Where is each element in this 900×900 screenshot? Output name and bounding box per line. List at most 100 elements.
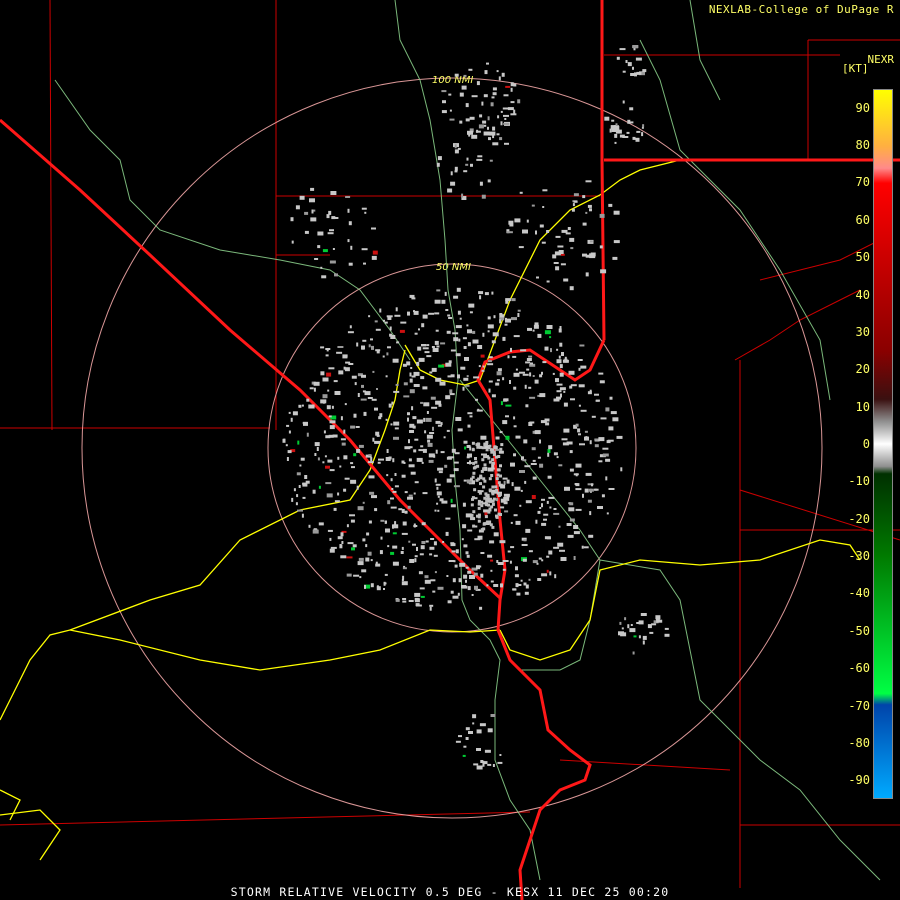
echo-pixel: [416, 457, 423, 462]
echo-pixel: [573, 556, 576, 560]
echo-pixel: [456, 287, 461, 292]
echo-pixel: [569, 237, 575, 242]
echo-pixel: [392, 532, 397, 535]
echo-pixel: [396, 341, 400, 344]
echo-pixel: [505, 298, 512, 302]
echo-pixel: [573, 525, 579, 529]
echo-pixel: [359, 576, 362, 579]
echo-pixel: [452, 578, 456, 583]
echo-pixel: [379, 308, 382, 313]
echo-pixel: [502, 477, 508, 480]
radar-map: 50 NMI 100 NMI: [0, 0, 900, 900]
echo-pixel: [613, 240, 620, 244]
echo-pixel: [488, 508, 492, 512]
echo-pixel: [363, 262, 366, 265]
echo-pixel: [469, 415, 473, 418]
echo-pixel: [573, 193, 579, 197]
echo-pixel: [555, 378, 559, 383]
echo-pixel: [492, 332, 499, 337]
echo-pixel: [491, 525, 495, 529]
echo-pixel: [336, 351, 343, 354]
echo-pixel: [412, 543, 416, 546]
echo-pixel: [449, 474, 455, 478]
echo-pixel: [547, 449, 551, 453]
echo-pixel: [394, 485, 399, 488]
echo-pixel: [482, 485, 486, 489]
echo-pixel: [529, 372, 532, 377]
echo-pixel: [450, 498, 453, 503]
echo-pixel: [495, 436, 500, 440]
echo-pixel: [480, 504, 484, 508]
echo-pixel: [624, 617, 627, 621]
echo-pixel: [437, 156, 442, 161]
product-caption: STORM RELATIVE VELOCITY 0.5 DEG - KESX 1…: [230, 885, 670, 899]
echo-pixel: [529, 396, 536, 399]
echo-pixel: [361, 248, 368, 251]
echo-pixel: [337, 492, 340, 496]
echo-pixel: [467, 529, 473, 532]
echo-pixel: [353, 574, 360, 577]
echo-pixel: [436, 162, 440, 167]
echo-pixel: [419, 553, 424, 556]
echo-pixel: [400, 551, 404, 554]
echo-pixel: [378, 458, 384, 461]
echo-pixel: [342, 354, 348, 359]
echo-pixel: [412, 425, 416, 429]
echo-pixel: [297, 440, 300, 445]
echo-pixel: [332, 217, 339, 219]
echo-pixel: [414, 481, 419, 484]
echo-pixel: [445, 531, 449, 536]
echo-pixel: [420, 545, 425, 550]
echo-pixel: [500, 110, 503, 113]
echo-pixel: [491, 291, 494, 295]
echo-pixel: [559, 387, 566, 391]
echo-pixel: [558, 543, 562, 546]
echo-pixel: [569, 502, 574, 506]
echo-pixel: [424, 430, 427, 434]
echo-pixel: [552, 372, 555, 375]
echo-pixel: [453, 295, 459, 299]
echo-pixel: [587, 204, 592, 208]
echo-pixel: [430, 538, 435, 540]
echo-pixel: [446, 478, 452, 483]
echo-pixel: [300, 457, 305, 461]
echo-pixel: [385, 528, 390, 533]
echo-pixel: [450, 349, 456, 352]
echo-pixel: [511, 298, 516, 302]
echo-pixel: [408, 494, 413, 497]
echo-pixel: [475, 398, 478, 401]
echo-pixel: [334, 391, 341, 395]
echo-pixel: [502, 560, 509, 562]
echo-pixel: [356, 485, 359, 490]
echo-pixel: [438, 403, 442, 407]
echo-pixel: [471, 448, 475, 452]
echo-pixel: [525, 500, 532, 504]
echo-pixel: [358, 557, 364, 561]
echo-pixel: [343, 488, 347, 492]
echo-pixel: [468, 303, 475, 308]
echo-pixel: [609, 396, 613, 400]
echo-pixel: [554, 574, 557, 579]
legend-tick: -80: [848, 735, 870, 750]
echo-pixel: [453, 485, 460, 488]
echo-pixel: [490, 714, 496, 717]
echo-pixel: [517, 313, 520, 317]
echo-pixel: [565, 486, 568, 489]
echo-pixel: [495, 489, 499, 492]
echo-pixel: [487, 503, 490, 507]
echo-pixel: [588, 488, 594, 492]
echo-pixel: [632, 136, 636, 140]
echo-pixel: [602, 453, 609, 457]
echo-pixel: [444, 464, 448, 468]
echo-pixel: [626, 131, 630, 134]
echo-pixel: [361, 345, 365, 350]
echo-pixel: [514, 218, 521, 223]
echo-pixel: [599, 380, 605, 384]
echo-pixel: [401, 581, 408, 586]
echo-pixel: [350, 479, 357, 484]
echo-pixel: [333, 380, 338, 383]
echo-pixel: [476, 765, 483, 770]
echo-pixel: [421, 344, 427, 347]
echo-pixel: [531, 447, 536, 451]
echo-pixel: [491, 458, 495, 462]
